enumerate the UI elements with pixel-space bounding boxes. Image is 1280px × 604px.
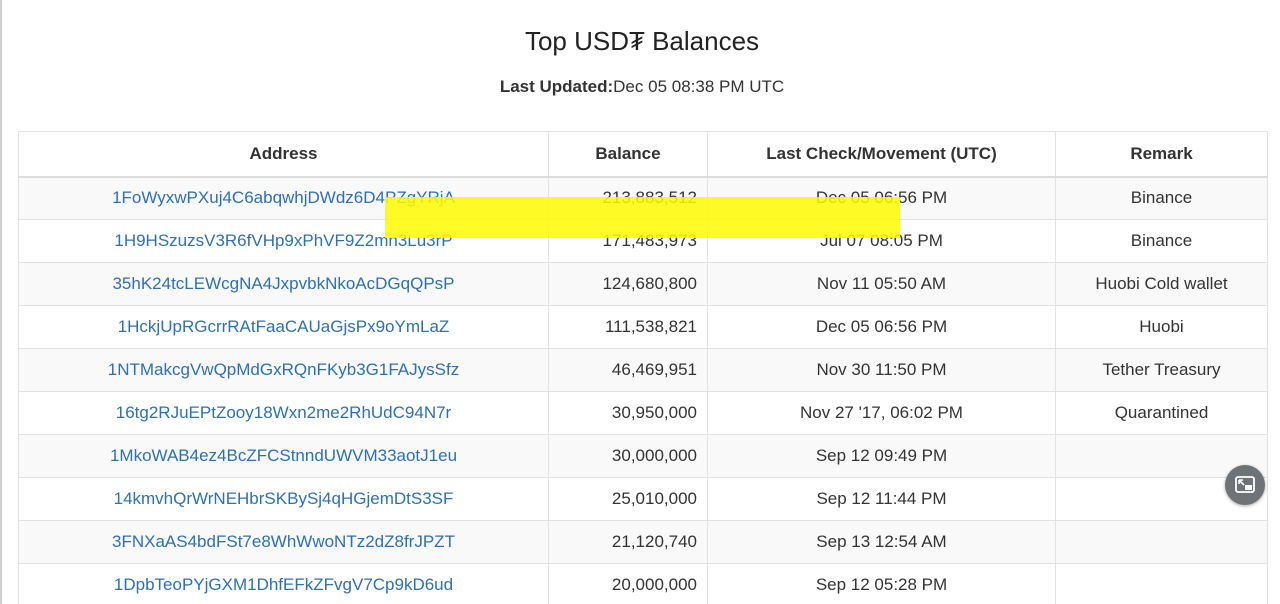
balance-cell: 25,010,000 [548, 477, 708, 521]
table-row: 1FoWyxwPXuj4C6abqwhjDWdz6D4PZgYRjA 213,88… [18, 176, 1268, 220]
remark-cell: Huobi Cold wallet [1055, 262, 1268, 306]
last-updated: Last Updated:Dec 05 08:38 PM UTC [2, 76, 1280, 98]
table-row: 1HckjUpRGcrrRAtFaaCAUaGjsPx9oYmLaZ 111,53… [18, 305, 1268, 349]
balances-table: Address Balance Last Check/Movement (UTC… [18, 131, 1268, 604]
remark-cell: Binance [1055, 219, 1268, 263]
address-cell: 3FNXaAS4bdFSt7e8WhWwoNTz2dZ8frJPZT [18, 520, 549, 564]
remark-cell: Huobi [1055, 305, 1268, 349]
address-cell: 14kmvhQrWrNEHbrSKBySj4qHGjemDtS3SF [18, 477, 549, 521]
address-cell: 1DpbTeoPYjGXM1DhfEFkZFvgV7Cp9kD6ud [18, 563, 549, 604]
address-cell: 1MkoWAB4ez4BcZFCStnndUWVM33aotJ1eu [18, 434, 549, 478]
table-row: 35hK24tcLEWcgNA4JxpvbkNkoAcDGqQPsP 124,68… [18, 262, 1268, 306]
address-link[interactable]: 1HckjUpRGcrrRAtFaaCAUaGjsPx9oYmLaZ [118, 317, 450, 336]
address-cell: 1H9HSzuzsV3R6fVHp9xPhVF9Z2mn3Lu3rP [18, 219, 549, 263]
last-check-cell: Nov 11 05:50 AM [707, 262, 1056, 306]
remark-cell [1055, 520, 1268, 564]
address-link[interactable]: 35hK24tcLEWcgNA4JxpvbkNkoAcDGqQPsP [112, 274, 454, 293]
table-row: 1MkoWAB4ez4BcZFCStnndUWVM33aotJ1eu 30,000… [18, 434, 1268, 478]
balance-cell: 30,950,000 [548, 391, 708, 435]
address-cell: 1NTMakcgVwQpMdGxRQnFKyb3G1FAJysSfz [18, 348, 549, 392]
last-updated-label: Last Updated: [499, 77, 614, 96]
remark-cell: Tether Treasury [1055, 348, 1268, 392]
picture-in-picture-exit-icon [1235, 476, 1255, 493]
balance-cell: 111,538,821 [548, 305, 708, 349]
balance-cell: 171,483,973 [548, 219, 708, 263]
last-check-cell: Sep 13 12:54 AM [707, 520, 1056, 564]
remark-cell: Binance [1055, 176, 1268, 220]
balance-cell: 21,120,740 [548, 520, 708, 564]
last-updated-value: Dec 05 08:38 PM UTC [613, 77, 785, 96]
address-link[interactable]: 14kmvhQrWrNEHbrSKBySj4qHGjemDtS3SF [114, 489, 454, 508]
last-check-cell: Jul 07 08:05 PM [707, 219, 1056, 263]
last-check-cell: Nov 27 '17, 06:02 PM [707, 391, 1056, 435]
balance-cell: 30,000,000 [548, 434, 708, 478]
last-check-cell: Dec 05 06:56 PM [707, 305, 1056, 349]
balance-cell: 20,000,000 [548, 563, 708, 604]
pip-float-button[interactable] [1225, 465, 1265, 505]
page: Top USD₮ Balances Last Updated:Dec 05 08… [0, 0, 1280, 604]
table-row: 1DpbTeoPYjGXM1DhfEFkZFvgV7Cp9kD6ud 20,000… [18, 563, 1268, 604]
table-row: 14kmvhQrWrNEHbrSKBySj4qHGjemDtS3SF 25,010… [18, 477, 1268, 521]
address-cell: 16tg2RJuEPtZooy18Wxn2me2RhUdC94N7r [18, 391, 549, 435]
address-link[interactable]: 1MkoWAB4ez4BcZFCStnndUWVM33aotJ1eu [110, 446, 457, 465]
remark-cell [1055, 563, 1268, 604]
balance-cell: 213,883,512 [548, 176, 708, 220]
table-row: 1NTMakcgVwQpMdGxRQnFKyb3G1FAJysSfz 46,469… [18, 348, 1268, 392]
address-cell: 35hK24tcLEWcgNA4JxpvbkNkoAcDGqQPsP [18, 262, 549, 306]
column-header-last-check: Last Check/Movement (UTC) [707, 131, 1056, 178]
balance-cell: 46,469,951 [548, 348, 708, 392]
table-row: 1H9HSzuzsV3R6fVHp9xPhVF9Z2mn3Lu3rP 171,48… [18, 219, 1268, 263]
table-body: 1FoWyxwPXuj4C6abqwhjDWdz6D4PZgYRjA 213,88… [18, 176, 1268, 604]
address-link[interactable]: 1H9HSzuzsV3R6fVHp9xPhVF9Z2mn3Lu3rP [114, 231, 452, 250]
address-link[interactable]: 1NTMakcgVwQpMdGxRQnFKyb3G1FAJysSfz [108, 360, 459, 379]
table-row: 16tg2RJuEPtZooy18Wxn2me2RhUdC94N7r 30,950… [18, 391, 1268, 435]
table-header-row: Address Balance Last Check/Movement (UTC… [18, 131, 1268, 178]
balance-cell: 124,680,800 [548, 262, 708, 306]
address-link[interactable]: 1FoWyxwPXuj4C6abqwhjDWdz6D4PZgYRjA [112, 188, 455, 207]
last-check-cell: Sep 12 09:49 PM [707, 434, 1056, 478]
address-link[interactable]: 16tg2RJuEPtZooy18Wxn2me2RhUdC94N7r [116, 403, 451, 422]
address-cell: 1FoWyxwPXuj4C6abqwhjDWdz6D4PZgYRjA [18, 176, 549, 220]
last-check-cell: Nov 30 11:50 PM [707, 348, 1056, 392]
address-link[interactable]: 1DpbTeoPYjGXM1DhfEFkZFvgV7Cp9kD6ud [114, 575, 453, 594]
remark-cell: Quarantined [1055, 391, 1268, 435]
column-header-address: Address [18, 131, 549, 178]
page-title: Top USD₮ Balances [524, 26, 760, 56]
address-link[interactable]: 3FNXaAS4bdFSt7e8WhWwoNTz2dZ8frJPZT [112, 532, 455, 551]
column-header-balance: Balance [548, 131, 708, 178]
last-check-cell: Sep 12 11:44 PM [707, 477, 1056, 521]
table-row: 3FNXaAS4bdFSt7e8WhWwoNTz2dZ8frJPZT 21,120… [18, 520, 1268, 564]
last-check-cell: Dec 05 06:56 PM [707, 176, 1056, 220]
column-header-remark: Remark [1055, 131, 1268, 178]
address-cell: 1HckjUpRGcrrRAtFaaCAUaGjsPx9oYmLaZ [18, 305, 549, 349]
last-check-cell: Sep 12 05:28 PM [707, 563, 1056, 604]
